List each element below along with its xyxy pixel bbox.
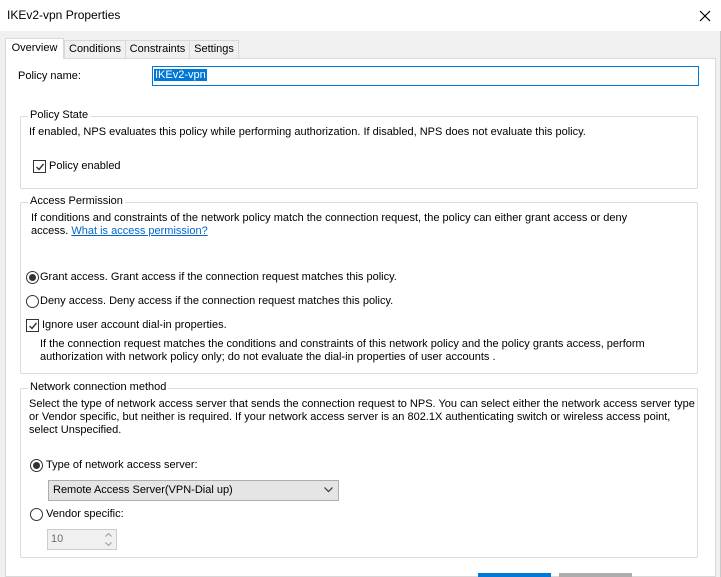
policy-name-value: IKEv2-vpn: [154, 69, 207, 81]
network-method-desc-line2: or Vendor specific, but neither is requi…: [29, 411, 671, 423]
ignore-dialin-desc-line2: authorization with network policy only; …: [40, 351, 496, 363]
checkmark-icon: [35, 163, 44, 171]
nas-type-radio[interactable]: [30, 459, 43, 472]
access-permission-desc-line2: access. What is access permission?: [31, 225, 208, 237]
tab-overview[interactable]: Overview: [5, 38, 64, 59]
network-method-title: Network connection method: [28, 381, 169, 393]
radio-selected-dot: [29, 274, 36, 281]
access-permission-title: Access Permission: [28, 195, 125, 207]
close-icon: [699, 10, 711, 21]
policy-state-title: Policy State: [28, 109, 91, 121]
grant-access-radio[interactable]: [26, 271, 39, 284]
nas-type-value: Remote Access Server(VPN-Dial up): [53, 484, 233, 496]
policy-name-label: Policy name:: [18, 70, 81, 82]
nas-type-label: Type of network access server:: [46, 459, 198, 471]
overview-panel: Policy name: IKEv2-vpn Policy State If e…: [5, 58, 716, 577]
vendor-specific-label: Vendor specific:: [46, 508, 124, 520]
tab-conditions[interactable]: Conditions: [64, 40, 126, 58]
policy-state-description: If enabled, NPS evaluates this policy wh…: [29, 126, 586, 138]
ok-button-edge[interactable]: [478, 573, 551, 577]
vendor-specific-stepper[interactable]: 10: [47, 529, 117, 550]
ignore-dialin-desc-line1: If the connection request matches the co…: [40, 338, 645, 350]
access-permission-desc-text: access.: [31, 225, 69, 237]
stepper-buttons[interactable]: [101, 530, 116, 549]
chevron-down-icon: [324, 487, 333, 493]
radio-selected-dot: [33, 462, 40, 469]
nas-type-dropdown[interactable]: Remote Access Server(VPN-Dial up): [48, 480, 339, 501]
access-permission-group: Access Permission If conditions and cons…: [20, 195, 698, 374]
policy-enabled-label: Policy enabled: [49, 160, 121, 172]
deny-access-label: Deny access. Deny access if the connecti…: [40, 295, 394, 307]
what-is-access-permission-link[interactable]: What is access permission?: [71, 225, 207, 237]
access-permission-desc-line1: If conditions and constraints of the net…: [31, 212, 628, 224]
cancel-button-edge[interactable]: [559, 573, 632, 577]
deny-access-radio[interactable]: [26, 295, 39, 308]
network-connection-method-group: Network connection method Select the typ…: [20, 381, 698, 558]
window-title: IKEv2-vpn Properties: [7, 8, 121, 22]
grant-access-label: Grant access. Grant access if the connec…: [40, 271, 397, 283]
tab-settings[interactable]: Settings: [189, 40, 239, 58]
network-method-desc-line1: Select the type of network access server…: [29, 398, 695, 410]
checkmark-icon: [28, 322, 37, 330]
vendor-specific-value: 10: [51, 533, 64, 545]
ignore-dialin-checkbox[interactable]: [26, 319, 39, 332]
title-bar: IKEv2-vpn Properties: [0, 0, 721, 31]
vendor-specific-radio[interactable]: [30, 508, 43, 521]
properties-dialog: IKEv2-vpn Properties Overview Conditions…: [0, 0, 721, 577]
network-method-desc-line3: select Unspecified.: [29, 424, 122, 436]
policy-name-input[interactable]: IKEv2-vpn: [152, 66, 699, 86]
close-button[interactable]: [689, 0, 721, 31]
policy-enabled-checkbox[interactable]: [33, 160, 46, 173]
chevron-down-icon[interactable]: [105, 542, 112, 547]
chevron-up-icon[interactable]: [105, 532, 112, 537]
tab-constraints[interactable]: Constraints: [125, 40, 190, 58]
ignore-dialin-label: Ignore user account dial-in properties.: [42, 319, 227, 331]
policy-state-group: Policy State If enabled, NPS evaluates t…: [20, 109, 698, 189]
